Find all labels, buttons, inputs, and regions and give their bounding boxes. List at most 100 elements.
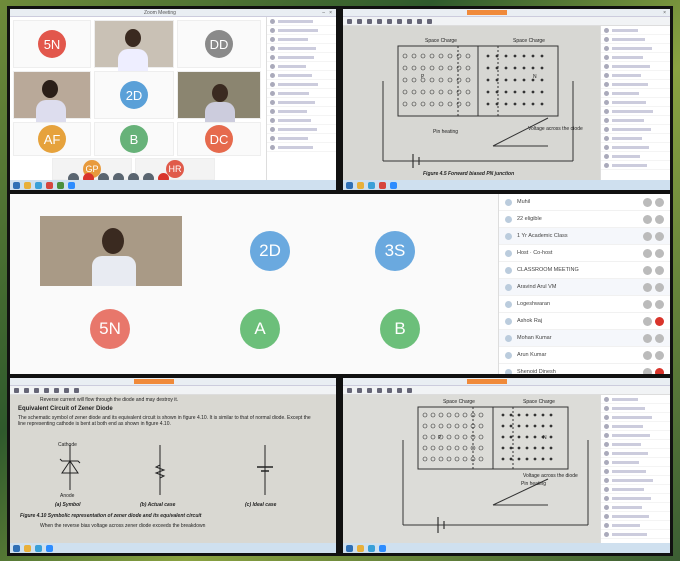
app-icon[interactable]	[57, 181, 64, 189]
folder-icon[interactable]	[24, 544, 31, 552]
camera-icon[interactable]	[655, 231, 664, 241]
shape-icon[interactable]	[407, 18, 412, 24]
camera-icon[interactable]	[655, 197, 664, 207]
list-item[interactable]	[601, 71, 670, 80]
participant-row[interactable]: Host · Co-host	[499, 245, 670, 262]
participant-video[interactable]	[13, 71, 91, 122]
participant-tile[interactable]: DD	[177, 20, 261, 68]
list-item[interactable]	[267, 26, 336, 35]
mic-icon[interactable]	[643, 316, 652, 326]
mic-icon[interactable]	[643, 248, 652, 258]
text-icon[interactable]	[387, 387, 392, 393]
start-icon[interactable]	[346, 181, 353, 189]
participant-row[interactable]: Ashok Raj	[499, 313, 670, 330]
list-item[interactable]	[267, 107, 336, 116]
mic-icon[interactable]	[643, 367, 652, 374]
participant-tile[interactable]: A	[215, 294, 305, 364]
list-item[interactable]	[601, 521, 670, 530]
highlight-icon[interactable]	[357, 387, 362, 393]
list-item[interactable]	[267, 71, 336, 80]
text-icon[interactable]	[397, 18, 402, 24]
list-item[interactable]	[601, 458, 670, 467]
browser-icon[interactable]	[368, 544, 375, 552]
text-icon[interactable]	[54, 387, 59, 393]
participant-video[interactable]	[177, 71, 261, 124]
participant-row[interactable]: Muhil	[499, 194, 670, 211]
camera-icon[interactable]	[655, 282, 664, 292]
browser-icon[interactable]	[35, 544, 42, 552]
participant-tile[interactable]: 3S	[350, 216, 440, 286]
list-item[interactable]	[601, 116, 670, 125]
undo-icon[interactable]	[407, 387, 412, 393]
zoom-in-icon[interactable]	[34, 387, 39, 393]
zoom-icon[interactable]	[379, 544, 386, 552]
list-item[interactable]	[601, 89, 670, 98]
undo-icon[interactable]	[74, 387, 79, 393]
list-item[interactable]	[601, 98, 670, 107]
list-item[interactable]	[601, 161, 670, 170]
camera-icon[interactable]	[655, 367, 664, 374]
list-item[interactable]	[267, 89, 336, 98]
participant-row[interactable]: Shenoid Dinesh	[499, 364, 670, 374]
start-icon[interactable]	[13, 544, 20, 552]
folder-icon[interactable]	[24, 181, 31, 189]
zoom-out-icon[interactable]	[377, 387, 382, 393]
list-item[interactable]	[601, 125, 670, 134]
mic-icon[interactable]	[643, 282, 652, 292]
zoom-icon[interactable]	[68, 181, 75, 189]
mic-icon[interactable]	[643, 299, 652, 309]
mic-icon[interactable]	[643, 214, 652, 224]
zoom-out-icon[interactable]	[377, 18, 382, 24]
participant-tile[interactable]: AF	[13, 122, 91, 156]
app-icon[interactable]	[46, 181, 53, 189]
browser-icon[interactable]	[35, 181, 42, 189]
camera-icon[interactable]	[655, 214, 664, 224]
undo-icon[interactable]	[427, 18, 432, 24]
list-item[interactable]	[601, 152, 670, 161]
participant-row[interactable]: Logeshwaran	[499, 296, 670, 313]
participant-tile[interactable]: 5N	[65, 294, 155, 364]
participant-tile[interactable]: 2D	[94, 71, 174, 119]
mic-icon[interactable]	[643, 333, 652, 343]
folder-icon[interactable]	[357, 544, 364, 552]
list-item[interactable]	[601, 404, 670, 413]
list-item[interactable]	[601, 494, 670, 503]
participant-video[interactable]	[40, 216, 182, 286]
camera-icon[interactable]	[655, 316, 664, 326]
participant-row[interactable]: Arun Kumar	[499, 347, 670, 364]
participant-row[interactable]: Mohan Kumar	[499, 330, 670, 347]
close-icon[interactable]: ×	[663, 10, 666, 16]
pen-icon[interactable]	[347, 18, 352, 24]
list-item[interactable]	[601, 395, 670, 404]
page-icon[interactable]	[387, 18, 392, 24]
start-icon[interactable]	[13, 181, 20, 189]
camera-icon[interactable]	[655, 265, 664, 275]
zoom-icon[interactable]	[46, 544, 53, 552]
list-item[interactable]	[601, 440, 670, 449]
list-item[interactable]	[267, 80, 336, 89]
list-item[interactable]	[601, 53, 670, 62]
browser-icon[interactable]	[368, 181, 375, 189]
camera-icon[interactable]	[655, 333, 664, 343]
list-item[interactable]	[267, 53, 336, 62]
list-item[interactable]	[267, 98, 336, 107]
list-item[interactable]	[601, 422, 670, 431]
participant-row[interactable]: 1 Yr Academic Class	[499, 228, 670, 245]
folder-icon[interactable]	[357, 181, 364, 189]
list-item[interactable]	[267, 143, 336, 152]
list-item[interactable]	[601, 476, 670, 485]
start-icon[interactable]	[346, 544, 353, 552]
list-item[interactable]	[601, 530, 670, 539]
list-item[interactable]	[601, 35, 670, 44]
camera-icon[interactable]	[655, 299, 664, 309]
list-item[interactable]	[601, 485, 670, 494]
zoom-out-icon[interactable]	[44, 387, 49, 393]
mic-icon[interactable]	[643, 265, 652, 275]
zoom-in-icon[interactable]	[367, 18, 372, 24]
list-item[interactable]	[601, 503, 670, 512]
app-icon[interactable]	[379, 181, 386, 189]
participant-row[interactable]: 22 eligible	[499, 211, 670, 228]
camera-icon[interactable]	[655, 350, 664, 360]
list-item[interactable]	[267, 35, 336, 44]
list-item[interactable]	[601, 431, 670, 440]
